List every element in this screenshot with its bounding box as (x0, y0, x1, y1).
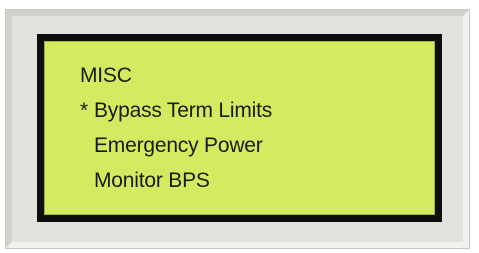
selection-cursor: * (80, 99, 88, 122)
lcd-menu: MISC * Bypass Term Limits Emergency Powe… (44, 41, 435, 215)
menu-item-bypass-term-limits[interactable]: Bypass Term Limits (94, 98, 272, 124)
menu-title: MISC (80, 64, 132, 87)
menu-item-emergency-power[interactable]: Emergency Power (94, 133, 263, 159)
menu-item-monitor-bps[interactable]: Monitor BPS (94, 168, 210, 194)
lcd-screen: MISC * Bypass Term Limits Emergency Powe… (37, 34, 442, 222)
